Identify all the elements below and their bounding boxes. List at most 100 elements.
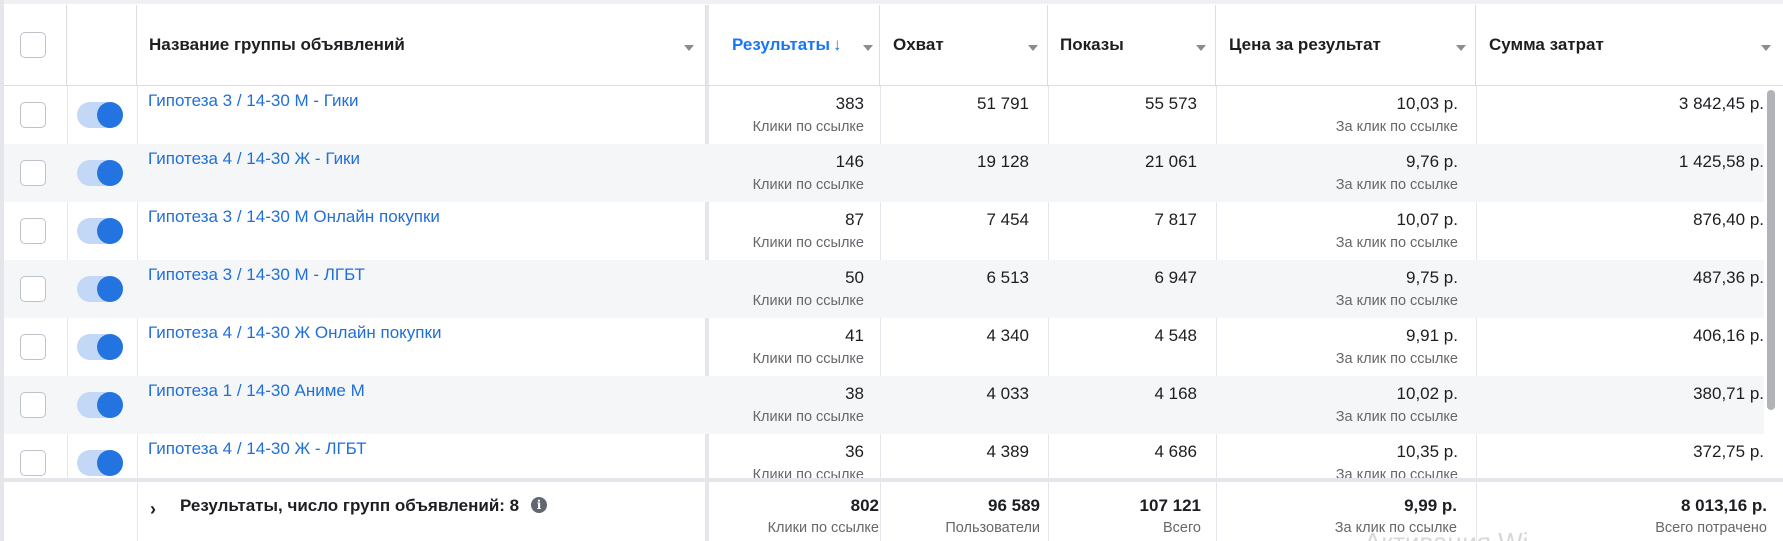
cost-per-result-value: 9,76 р. [1406, 152, 1458, 171]
row-checkbox[interactable] [20, 450, 46, 476]
header-results-label: Результаты [732, 35, 831, 54]
results-value: 87 [845, 210, 864, 229]
table-row[interactable]: Гипотеза 4 / 14-30 Ж - Гики 146 Клики по… [4, 144, 1764, 202]
chevron-right-icon[interactable]: › [150, 499, 156, 520]
results-value: 50 [845, 268, 864, 287]
header-name-label: Название группы объявлений [149, 35, 405, 54]
table-header: Название группы объявлений Результаты ↓ … [4, 5, 1783, 86]
row-checkbox[interactable] [20, 160, 46, 186]
toggle-knob [97, 334, 123, 360]
chevron-down-icon[interactable] [863, 45, 873, 51]
impressions-value: 21 061 [1145, 152, 1197, 171]
vertical-scrollbar[interactable] [1765, 86, 1777, 478]
cost-per-result-subtitle: За клик по ссылке [1335, 293, 1458, 309]
ad-set-toggle[interactable] [77, 218, 123, 244]
table-row[interactable]: Гипотеза 4 / 14-30 Ж - ЛГБТ 36 Клики по … [4, 434, 1764, 478]
chevron-down-icon[interactable] [1028, 45, 1038, 51]
amount-spent-value: 876,40 р. [1693, 210, 1764, 229]
cost-per-result-subtitle: За клик по ссылке [1335, 409, 1458, 425]
toggle-knob [97, 392, 123, 418]
table-row[interactable]: Гипотеза 3 / 14-30 М Онлайн покупки 87 К… [4, 202, 1764, 260]
ad-set-toggle[interactable] [77, 334, 123, 360]
results-subtitle: Клики по ссылке [752, 235, 864, 251]
chevron-down-icon[interactable] [1761, 45, 1771, 51]
select-all-checkbox[interactable] [20, 32, 46, 58]
cost-per-result-subtitle: За клик по ссылке [1335, 119, 1458, 135]
header-cost-label: Цена за результат [1229, 35, 1381, 54]
summary-impressions-value: 107 121 [1139, 496, 1201, 515]
sort-descending-icon[interactable]: ↓ [833, 35, 842, 55]
reach-value: 19 128 [977, 152, 1029, 171]
header-results[interactable]: Результаты ↓ [706, 5, 880, 85]
toggle-knob [97, 218, 123, 244]
ad-set-name-link[interactable]: Гипотеза 1 / 14-30 Аниме М [148, 381, 365, 401]
impressions-value: 7 817 [1154, 210, 1197, 229]
column-divider [880, 482, 881, 541]
summary-cost-value: 9,99 р. [1404, 496, 1457, 515]
header-amount-spent[interactable]: Сумма затрат [1476, 5, 1783, 85]
row-checkbox[interactable] [20, 102, 46, 128]
impressions-value: 4 168 [1154, 384, 1197, 403]
header-toggle-cell [67, 5, 137, 85]
results-subtitle: Клики по ссылке [752, 351, 864, 367]
table-row[interactable]: Гипотеза 3 / 14-30 М - ЛГБТ 50 Клики по … [4, 260, 1764, 318]
reach-value: 51 791 [977, 94, 1029, 113]
cost-per-result-value: 10,35 р. [1396, 442, 1458, 461]
amount-spent-value: 406,16 р. [1693, 326, 1764, 345]
column-divider [1216, 482, 1217, 541]
cost-per-result-value: 10,02 р. [1396, 384, 1458, 403]
header-reach[interactable]: Охват [880, 5, 1048, 85]
reach-value: 4 340 [986, 326, 1029, 345]
summary-results-value: 802 [850, 496, 879, 515]
ad-set-name-link[interactable]: Гипотеза 3 / 14-30 М - Гики [148, 91, 358, 111]
table-row[interactable]: Гипотеза 4 / 14-30 Ж Онлайн покупки 41 К… [4, 318, 1764, 376]
ad-set-toggle[interactable] [77, 450, 123, 476]
results-subtitle: Клики по ссылке [752, 177, 864, 193]
ad-set-name-link[interactable]: Гипотеза 4 / 14-30 Ж - Гики [148, 149, 360, 169]
column-divider [1048, 482, 1049, 541]
impressions-value: 4 686 [1154, 442, 1197, 461]
results-value: 146 [835, 152, 864, 171]
summary-spent-value: 8 013,16 р. [1680, 496, 1767, 515]
os-activation-watermark: Активация Wi [1364, 527, 1528, 541]
table-row[interactable]: Гипотеза 3 / 14-30 М - Гики 383 Клики по… [4, 86, 1764, 144]
amount-spent-value: 380,71 р. [1693, 384, 1764, 403]
chevron-down-icon[interactable] [1196, 45, 1206, 51]
scrollbar-thumb[interactable] [1767, 90, 1775, 410]
impressions-value: 6 947 [1154, 268, 1197, 287]
ad-set-name-link[interactable]: Гипотеза 3 / 14-30 М - ЛГБТ [148, 265, 365, 285]
toggle-knob [97, 160, 123, 186]
header-spent-label: Сумма затрат [1489, 35, 1604, 54]
info-icon[interactable]: i [531, 497, 547, 513]
ad-set-toggle[interactable] [77, 392, 123, 418]
header-impressions[interactable]: Показы [1048, 5, 1216, 85]
row-checkbox[interactable] [20, 334, 46, 360]
header-impressions-label: Показы [1060, 35, 1124, 54]
row-checkbox[interactable] [20, 392, 46, 418]
results-value: 38 [845, 384, 864, 403]
chevron-down-icon[interactable] [1456, 45, 1466, 51]
table-row[interactable]: Гипотеза 1 / 14-30 Аниме М 38 Клики по с… [4, 376, 1764, 434]
header-cost-per-result[interactable]: Цена за результат [1216, 5, 1476, 85]
ad-set-toggle[interactable] [77, 102, 123, 128]
ad-set-name-link[interactable]: Гипотеза 3 / 14-30 М Онлайн покупки [148, 207, 440, 227]
toggle-knob [97, 276, 123, 302]
row-checkbox[interactable] [20, 276, 46, 302]
cost-per-result-value: 9,91 р. [1406, 326, 1458, 345]
results-value: 383 [835, 94, 864, 113]
reach-value: 6 513 [986, 268, 1029, 287]
summary-spent-subtitle: Всего потрачено [1655, 520, 1767, 536]
row-checkbox[interactable] [20, 218, 46, 244]
ad-set-toggle[interactable] [77, 160, 123, 186]
results-value: 41 [845, 326, 864, 345]
cost-per-result-value: 9,75 р. [1406, 268, 1458, 287]
ad-set-name-link[interactable]: Гипотеза 4 / 14-30 Ж Онлайн покупки [148, 323, 441, 343]
ad-set-toggle[interactable] [77, 276, 123, 302]
ads-manager-table: Название группы объявлений Результаты ↓ … [0, 0, 1783, 541]
chevron-down-icon[interactable] [684, 45, 694, 51]
ad-set-name-link[interactable]: Гипотеза 4 / 14-30 Ж - ЛГБТ [148, 439, 366, 459]
header-select-cell [4, 5, 67, 85]
cost-per-result-subtitle: За клик по ссылке [1335, 467, 1458, 478]
header-name[interactable]: Название группы объявлений [137, 5, 706, 85]
reach-value: 4 389 [986, 442, 1029, 461]
